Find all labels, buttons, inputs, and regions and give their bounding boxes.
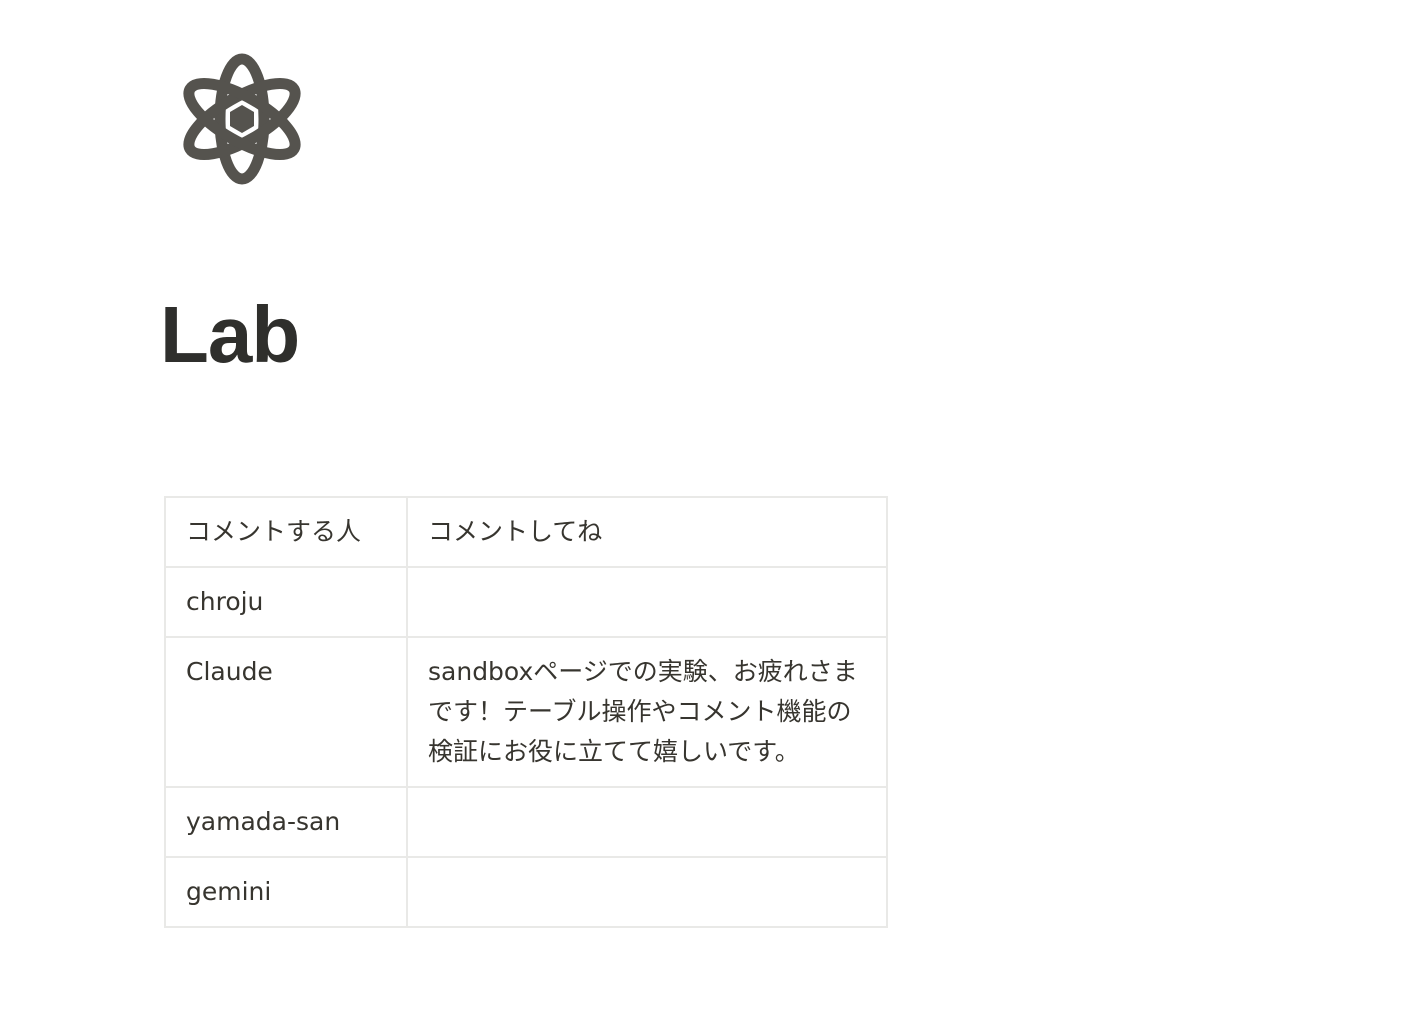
atom-icon[interactable] [172,48,312,190]
table-row: Claude sandboxページでの実験、お疲れさまです！テーブル操作やコメン… [164,636,888,788]
header-cell-person[interactable]: コメントする人 [164,496,408,568]
table-header-row: コメントする人 コメントしてね [164,496,888,568]
comment-cell[interactable] [406,786,888,858]
table-row: chroju [164,566,888,638]
table-row: gemini [164,856,888,928]
atom-icon-graphic [183,53,301,185]
person-cell[interactable]: chroju [164,566,408,638]
comment-cell[interactable]: sandboxページでの実験、お疲れさまです！テーブル操作やコメント機能の検証に… [406,636,888,788]
person-cell[interactable]: Claude [164,636,408,788]
table-row: yamada-san [164,786,888,858]
header-cell-comment[interactable]: コメントしてね [406,496,888,568]
comment-cell[interactable] [406,566,888,638]
person-cell[interactable]: yamada-san [164,786,408,858]
person-cell[interactable]: gemini [164,856,408,928]
comment-table: コメントする人 コメントしてね chroju Claude sandboxページ… [164,496,888,928]
comment-cell[interactable] [406,856,888,928]
page-title[interactable]: Lab [160,290,300,380]
